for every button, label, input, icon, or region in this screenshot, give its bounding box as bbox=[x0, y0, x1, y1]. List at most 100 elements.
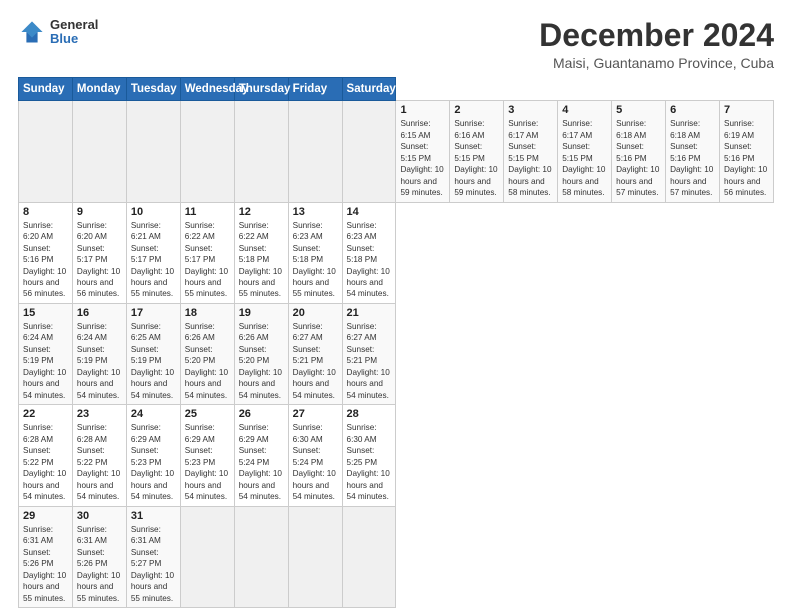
sunset-time: Sunset: 5:27 PM bbox=[131, 548, 162, 568]
day-info: Sunrise: 6:28 AM Sunset: 5:22 PM Dayligh… bbox=[77, 422, 122, 502]
day-number: 27 bbox=[293, 408, 338, 420]
day-number: 19 bbox=[239, 307, 284, 319]
day-info: Sunrise: 6:23 AM Sunset: 5:18 PM Dayligh… bbox=[293, 220, 338, 300]
logo-icon bbox=[18, 18, 46, 46]
table-row: 21 Sunrise: 6:27 AM Sunset: 5:21 PM Dayl… bbox=[342, 303, 396, 404]
table-row bbox=[234, 506, 288, 607]
table-row bbox=[72, 101, 126, 202]
day-info: Sunrise: 6:26 AM Sunset: 5:20 PM Dayligh… bbox=[185, 321, 230, 401]
sunrise-time: Sunrise: 6:31 AM bbox=[131, 525, 161, 545]
day-info: Sunrise: 6:15 AM Sunset: 5:15 PM Dayligh… bbox=[400, 118, 445, 198]
daylight-hours: Daylight: 10 hours and 55 minutes. bbox=[131, 571, 174, 603]
header-thursday: Thursday bbox=[234, 78, 288, 101]
day-number: 4 bbox=[562, 104, 607, 116]
table-row: 15 Sunrise: 6:24 AM Sunset: 5:19 PM Dayl… bbox=[19, 303, 73, 404]
table-row: 19 Sunrise: 6:26 AM Sunset: 5:20 PM Dayl… bbox=[234, 303, 288, 404]
daylight-hours: Daylight: 10 hours and 55 minutes. bbox=[77, 571, 120, 603]
day-info: Sunrise: 6:26 AM Sunset: 5:20 PM Dayligh… bbox=[239, 321, 284, 401]
sunrise-time: Sunrise: 6:22 AM bbox=[239, 221, 269, 241]
table-row: 8 Sunrise: 6:20 AM Sunset: 5:16 PM Dayli… bbox=[19, 202, 73, 303]
sunrise-time: Sunrise: 6:18 AM bbox=[616, 119, 646, 139]
sunset-time: Sunset: 5:23 PM bbox=[185, 446, 216, 466]
sunrise-time: Sunrise: 6:28 AM bbox=[23, 423, 53, 443]
sunset-time: Sunset: 5:24 PM bbox=[239, 446, 270, 466]
table-row: 10 Sunrise: 6:21 AM Sunset: 5:17 PM Dayl… bbox=[126, 202, 180, 303]
daylight-hours: Daylight: 10 hours and 58 minutes. bbox=[508, 165, 551, 197]
daylight-hours: Daylight: 10 hours and 55 minutes. bbox=[23, 571, 66, 603]
day-info: Sunrise: 6:31 AM Sunset: 5:27 PM Dayligh… bbox=[131, 524, 176, 604]
sunrise-time: Sunrise: 6:29 AM bbox=[239, 423, 269, 443]
table-row: 27 Sunrise: 6:30 AM Sunset: 5:24 PM Dayl… bbox=[288, 405, 342, 506]
daylight-hours: Daylight: 10 hours and 54 minutes. bbox=[185, 368, 228, 400]
table-row: 31 Sunrise: 6:31 AM Sunset: 5:27 PM Dayl… bbox=[126, 506, 180, 607]
sunrise-time: Sunrise: 6:29 AM bbox=[131, 423, 161, 443]
table-row: 26 Sunrise: 6:29 AM Sunset: 5:24 PM Dayl… bbox=[234, 405, 288, 506]
daylight-hours: Daylight: 10 hours and 56 minutes. bbox=[23, 267, 66, 299]
day-info: Sunrise: 6:18 AM Sunset: 5:16 PM Dayligh… bbox=[616, 118, 661, 198]
daylight-hours: Daylight: 10 hours and 54 minutes. bbox=[239, 469, 282, 501]
table-row: 25 Sunrise: 6:29 AM Sunset: 5:23 PM Dayl… bbox=[180, 405, 234, 506]
day-info: Sunrise: 6:30 AM Sunset: 5:25 PM Dayligh… bbox=[347, 422, 392, 502]
day-number: 5 bbox=[616, 104, 661, 116]
day-info: Sunrise: 6:17 AM Sunset: 5:15 PM Dayligh… bbox=[562, 118, 607, 198]
table-row: 11 Sunrise: 6:22 AM Sunset: 5:17 PM Dayl… bbox=[180, 202, 234, 303]
sunset-time: Sunset: 5:19 PM bbox=[77, 345, 108, 365]
table-row bbox=[126, 101, 180, 202]
daylight-hours: Daylight: 10 hours and 56 minutes. bbox=[724, 165, 767, 197]
day-info: Sunrise: 6:29 AM Sunset: 5:23 PM Dayligh… bbox=[131, 422, 176, 502]
calendar: Sunday Monday Tuesday Wednesday Thursday… bbox=[18, 77, 774, 608]
sunrise-time: Sunrise: 6:27 AM bbox=[293, 322, 323, 342]
daylight-hours: Daylight: 10 hours and 54 minutes. bbox=[77, 469, 120, 501]
sunset-time: Sunset: 5:15 PM bbox=[400, 142, 431, 162]
calendar-week-2: 8 Sunrise: 6:20 AM Sunset: 5:16 PM Dayli… bbox=[19, 202, 774, 303]
table-row bbox=[234, 101, 288, 202]
day-info: Sunrise: 6:20 AM Sunset: 5:16 PM Dayligh… bbox=[23, 220, 68, 300]
sunset-time: Sunset: 5:23 PM bbox=[131, 446, 162, 466]
sunrise-time: Sunrise: 6:25 AM bbox=[131, 322, 161, 342]
table-row: 29 Sunrise: 6:31 AM Sunset: 5:26 PM Dayl… bbox=[19, 506, 73, 607]
sunrise-time: Sunrise: 6:30 AM bbox=[347, 423, 377, 443]
sunset-time: Sunset: 5:21 PM bbox=[293, 345, 324, 365]
day-info: Sunrise: 6:31 AM Sunset: 5:26 PM Dayligh… bbox=[23, 524, 68, 604]
day-number: 22 bbox=[23, 408, 68, 420]
logo: General Blue bbox=[18, 18, 98, 47]
sunrise-time: Sunrise: 6:26 AM bbox=[239, 322, 269, 342]
sunrise-time: Sunrise: 6:24 AM bbox=[77, 322, 107, 342]
day-number: 8 bbox=[23, 206, 68, 218]
table-row: 18 Sunrise: 6:26 AM Sunset: 5:20 PM Dayl… bbox=[180, 303, 234, 404]
daylight-hours: Daylight: 10 hours and 56 minutes. bbox=[77, 267, 120, 299]
sunset-time: Sunset: 5:20 PM bbox=[185, 345, 216, 365]
table-row: 16 Sunrise: 6:24 AM Sunset: 5:19 PM Dayl… bbox=[72, 303, 126, 404]
sunset-time: Sunset: 5:17 PM bbox=[77, 244, 108, 264]
sunset-time: Sunset: 5:18 PM bbox=[239, 244, 270, 264]
day-number: 2 bbox=[454, 104, 499, 116]
day-info: Sunrise: 6:31 AM Sunset: 5:26 PM Dayligh… bbox=[77, 524, 122, 604]
table-row: 12 Sunrise: 6:22 AM Sunset: 5:18 PM Dayl… bbox=[234, 202, 288, 303]
daylight-hours: Daylight: 10 hours and 54 minutes. bbox=[347, 368, 390, 400]
sunrise-time: Sunrise: 6:15 AM bbox=[400, 119, 430, 139]
day-info: Sunrise: 6:25 AM Sunset: 5:19 PM Dayligh… bbox=[131, 321, 176, 401]
day-number: 7 bbox=[724, 104, 769, 116]
location-title: Maisi, Guantanamo Province, Cuba bbox=[539, 55, 774, 71]
day-number: 30 bbox=[77, 510, 122, 522]
header-tuesday: Tuesday bbox=[126, 78, 180, 101]
month-title: December 2024 bbox=[539, 18, 774, 53]
sunrise-time: Sunrise: 6:30 AM bbox=[293, 423, 323, 443]
daylight-hours: Daylight: 10 hours and 55 minutes. bbox=[131, 267, 174, 299]
daylight-hours: Daylight: 10 hours and 54 minutes. bbox=[293, 368, 336, 400]
day-info: Sunrise: 6:22 AM Sunset: 5:18 PM Dayligh… bbox=[239, 220, 284, 300]
sunset-time: Sunset: 5:22 PM bbox=[23, 446, 54, 466]
sunset-time: Sunset: 5:26 PM bbox=[23, 548, 54, 568]
table-row: 7 Sunrise: 6:19 AM Sunset: 5:16 PM Dayli… bbox=[719, 101, 773, 202]
day-number: 10 bbox=[131, 206, 176, 218]
daylight-hours: Daylight: 10 hours and 54 minutes. bbox=[23, 368, 66, 400]
calendar-week-4: 22 Sunrise: 6:28 AM Sunset: 5:22 PM Dayl… bbox=[19, 405, 774, 506]
table-row bbox=[180, 101, 234, 202]
sunset-time: Sunset: 5:17 PM bbox=[185, 244, 216, 264]
daylight-hours: Daylight: 10 hours and 54 minutes. bbox=[185, 469, 228, 501]
table-row bbox=[19, 101, 73, 202]
sunset-time: Sunset: 5:19 PM bbox=[23, 345, 54, 365]
daylight-hours: Daylight: 10 hours and 54 minutes. bbox=[293, 469, 336, 501]
sunrise-time: Sunrise: 6:27 AM bbox=[347, 322, 377, 342]
day-number: 25 bbox=[185, 408, 230, 420]
